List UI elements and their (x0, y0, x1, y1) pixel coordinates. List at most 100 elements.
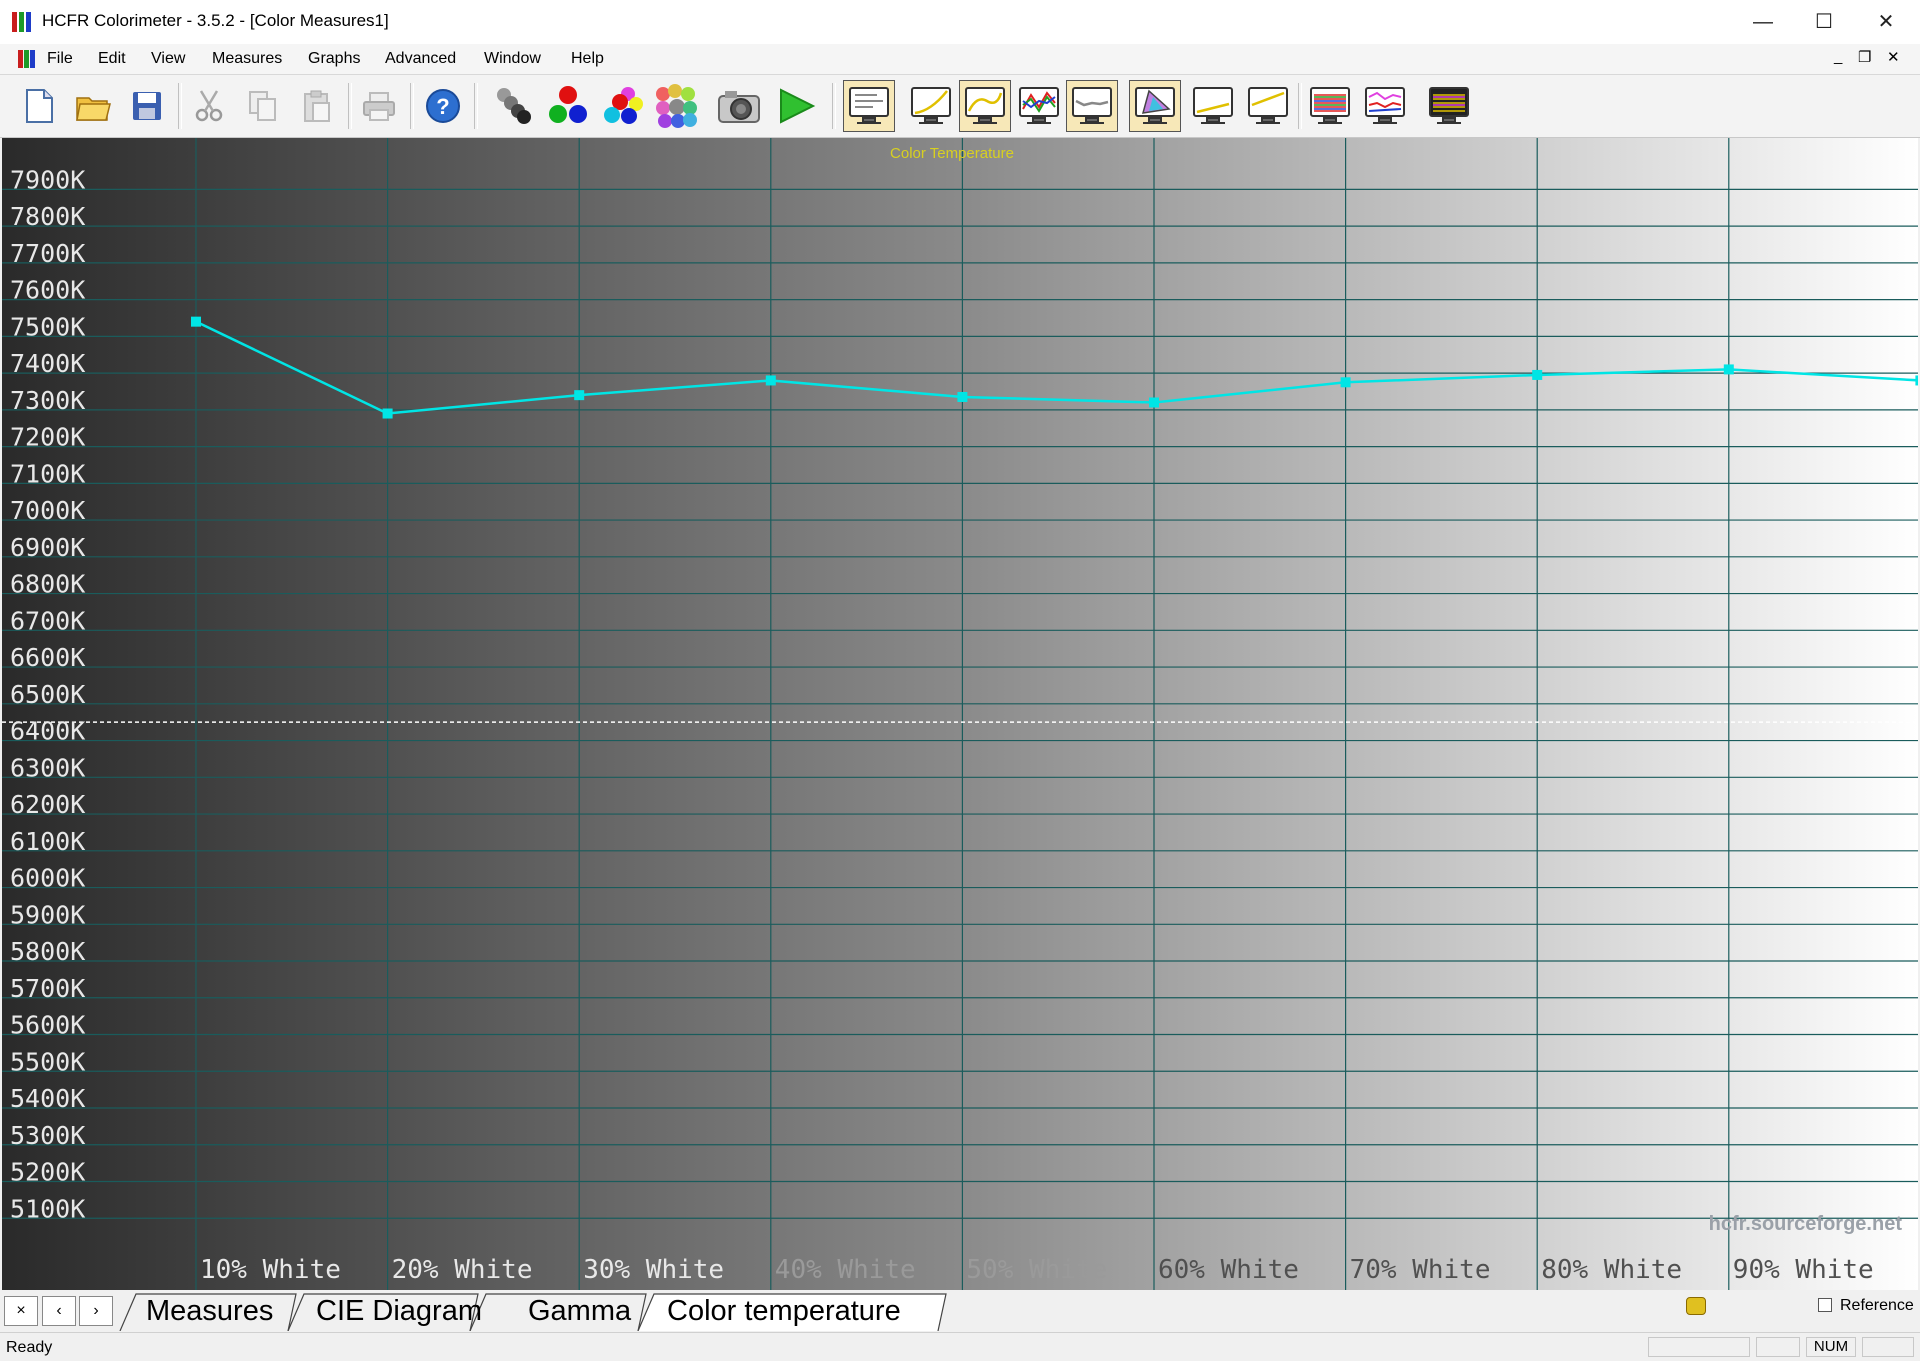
menu-graphs[interactable]: Graphs (308, 50, 360, 68)
minimize-button[interactable]: — (1734, 4, 1792, 40)
status-panel (1648, 1337, 1750, 1357)
chart-title: Color Temperature (890, 145, 1014, 162)
color-temperature-chart[interactable]: 7900K 7800K 7700K 7600K 7500K 7400K 7300K 7200K… (2, 138, 1918, 1290)
save-icon[interactable] (124, 83, 170, 129)
scroll-left-button[interactable]: ‹ (42, 1296, 76, 1326)
close-tab-button[interactable]: × (4, 1296, 38, 1326)
close-button[interactable]: ✕ (1857, 4, 1915, 40)
toolbar-separator (474, 83, 478, 129)
reference-checkbox[interactable] (1818, 1298, 1832, 1312)
y-tick-label: 7100K (10, 459, 85, 488)
x-tick-label: 20% White (392, 1255, 533, 1285)
y-tick-label: 7500K (10, 312, 85, 341)
new-file-icon[interactable] (16, 83, 62, 129)
y-tick-label: 5600K (10, 1011, 85, 1040)
data-point (191, 316, 201, 327)
camera-icon[interactable] (716, 83, 762, 129)
y-tick-label: 5300K (10, 1121, 85, 1150)
help-icon[interactable]: ? (420, 83, 466, 129)
y-tick-label: 5400K (10, 1084, 85, 1113)
x-tick-label: 80% White (1541, 1255, 1682, 1285)
status-panel (1862, 1337, 1914, 1357)
data-point (765, 375, 776, 386)
cut-icon[interactable] (186, 83, 232, 129)
x-tick-label: 50% White (966, 1255, 1107, 1285)
print-icon[interactable] (356, 83, 402, 129)
data-point (382, 408, 393, 419)
y-tick-label: 6300K (10, 753, 85, 782)
document-icon[interactable] (18, 50, 38, 68)
svg-text:?: ? (436, 94, 449, 119)
tab-bar: × ‹ › Measures CIE Diagram Gamma Color t… (0, 1291, 1920, 1331)
data-point (574, 390, 585, 401)
reference-label: Reference (1840, 1297, 1914, 1314)
menu-window[interactable]: Window (484, 50, 541, 68)
data-point (1340, 377, 1351, 388)
y-tick-label: 7200K (10, 423, 85, 452)
x-tick-label: 70% White (1350, 1255, 1491, 1285)
maximize-button[interactable]: ☐ (1795, 4, 1853, 40)
saturation-shift-view-icon[interactable] (1362, 83, 1408, 129)
menu-file[interactable]: File (47, 50, 73, 68)
y-tick-label: 5500K (10, 1047, 85, 1076)
x-tick-label: 60% White (1158, 1255, 1299, 1285)
color-temperature-view-icon[interactable] (1066, 80, 1118, 132)
scroll-right-button[interactable]: › (79, 1296, 113, 1326)
measures-view-icon[interactable] (843, 80, 895, 132)
y-tick-label: 7800K (10, 202, 85, 231)
tab-measures[interactable]: Measures (146, 1295, 273, 1328)
toolbar-separator (348, 83, 352, 129)
primary-colors-icon[interactable] (545, 83, 591, 129)
menu-edit[interactable]: Edit (98, 50, 126, 68)
chart-svg: 7900K 7800K 7700K 7600K 7500K 7400K 7300K 7200K… (2, 138, 1918, 1290)
y-tick-label: 6100K (10, 827, 85, 856)
mdi-restore-button[interactable]: ❐ (1858, 48, 1871, 66)
color-comparator-view-icon[interactable] (1426, 83, 1472, 129)
menu-view[interactable]: View (151, 50, 185, 68)
app-logo-icon (12, 12, 34, 32)
open-folder-icon[interactable] (70, 83, 116, 129)
near-white-view-icon[interactable] (1245, 83, 1291, 129)
gamma-view-icon[interactable] (908, 83, 954, 129)
y-tick-label: 6800K (10, 570, 85, 599)
mdi-close-button[interactable]: ✕ (1887, 48, 1900, 66)
toolbar: ? (0, 75, 1920, 138)
watermark-text: hcfr.sourceforge.net (1709, 1213, 1903, 1235)
menu-measures[interactable]: Measures (212, 50, 282, 68)
saturation-luminance-view-icon[interactable] (1307, 83, 1353, 129)
play-icon[interactable] (774, 83, 820, 129)
rgb-levels-view-icon[interactable] (1016, 83, 1062, 129)
y-tick-label: 7900K (10, 165, 85, 194)
secondary-colors-icon[interactable] (600, 83, 646, 129)
paste-icon[interactable] (294, 83, 340, 129)
menu-help[interactable]: Help (571, 50, 604, 68)
tab-cie-diagram[interactable]: CIE Diagram (316, 1295, 482, 1328)
y-tick-label: 6700K (10, 606, 85, 635)
y-tick-label: 5700K (10, 974, 85, 1003)
copy-icon[interactable] (240, 83, 286, 129)
tab-color-temperature[interactable]: Color temperature (667, 1295, 901, 1328)
menu-advanced[interactable]: Advanced (385, 50, 456, 68)
y-tick-label: 7600K (10, 276, 85, 305)
measure-indicator-icon (1686, 1297, 1706, 1315)
gray-scale-icon[interactable] (490, 83, 536, 129)
y-tick-label: 6400K (10, 717, 85, 746)
y-tick-label: 6200K (10, 790, 85, 819)
near-black-view-icon[interactable] (1190, 83, 1236, 129)
mdi-minimize-button[interactable]: _ (1834, 48, 1842, 65)
cie-diagram-view-icon[interactable] (1129, 80, 1181, 132)
y-tick-label: 5200K (10, 1158, 85, 1187)
saturation-colors-icon[interactable] (653, 83, 699, 129)
data-point (1532, 369, 1543, 380)
y-tick-label: 5900K (10, 900, 85, 929)
y-tick-label: 7400K (10, 349, 85, 378)
luminance-view-icon[interactable] (959, 80, 1011, 132)
window-title: HCFR Colorimeter - 3.5.2 - [Color Measur… (42, 11, 389, 30)
y-tick-label: 7700K (10, 239, 85, 268)
data-point (1149, 397, 1159, 408)
y-tick-label: 7300K (10, 386, 85, 415)
x-tick-label: 10% White (200, 1255, 341, 1285)
tab-gamma[interactable]: Gamma (528, 1295, 631, 1328)
status-text: Ready (6, 1339, 53, 1356)
toolbar-separator (178, 83, 182, 129)
